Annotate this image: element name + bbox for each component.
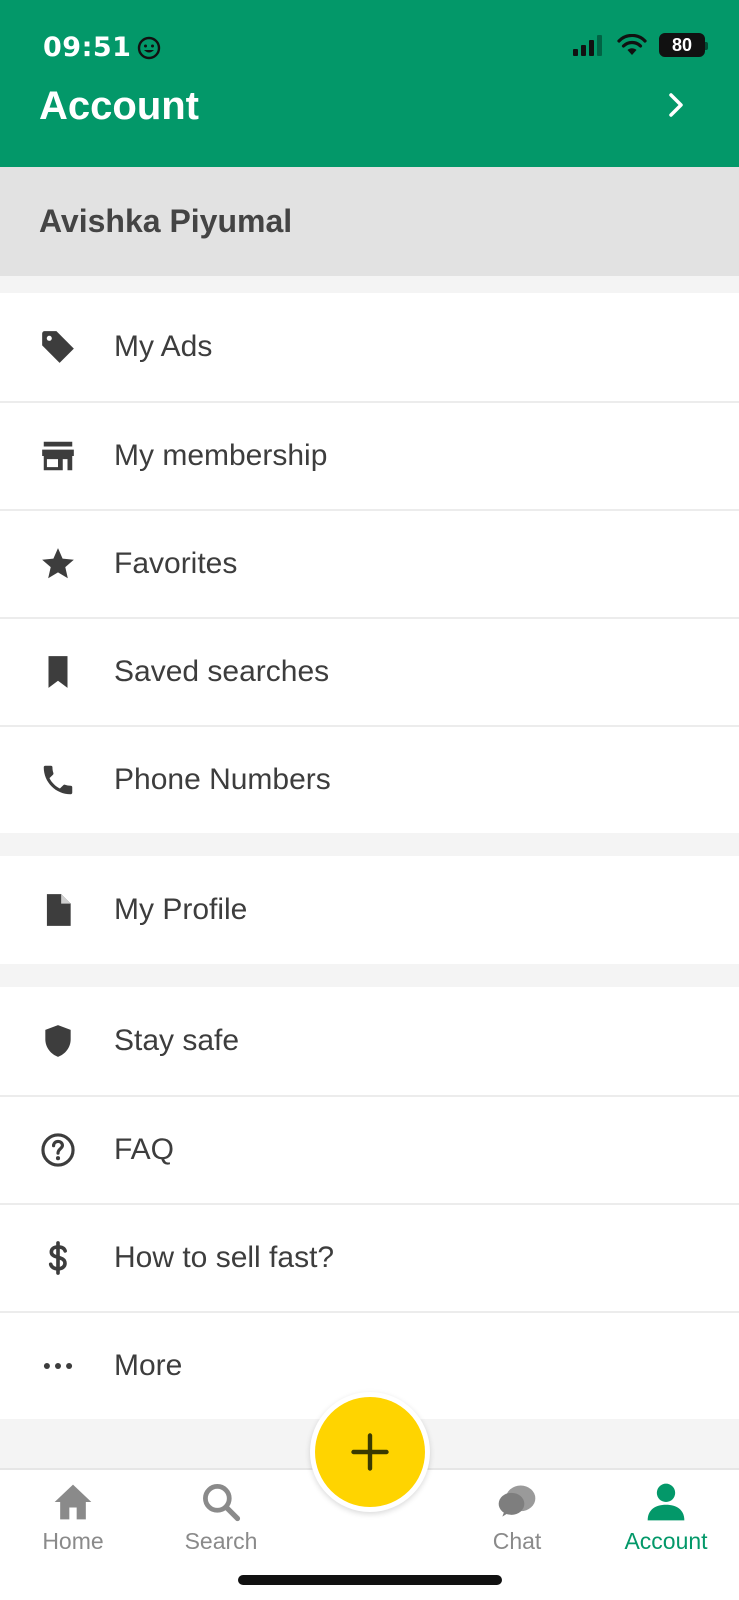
menu-group-help: Stay safe FAQ How to sell fast? More <box>0 987 739 1419</box>
tab-label: Search <box>184 1528 258 1554</box>
tab-chat[interactable]: Chat <box>462 1480 572 1555</box>
smiley-status-icon <box>138 36 161 59</box>
menu-item-label: FAQ <box>114 1133 175 1166</box>
plus-icon <box>351 1433 389 1471</box>
search-icon <box>203 1484 241 1522</box>
tab-label: Account <box>624 1528 708 1554</box>
menu-item-label: Phone Numbers <box>114 763 331 796</box>
menu-item-label: My membership <box>114 439 328 472</box>
tab-search[interactable]: Search <box>166 1480 276 1555</box>
menu-item-phone-numbers[interactable]: Phone Numbers <box>0 725 739 833</box>
chat-icon <box>498 1485 536 1517</box>
tab-account[interactable]: Account <box>611 1480 721 1555</box>
menu-item-label: My Ads <box>114 330 213 363</box>
status-time: 09:51 <box>43 32 161 63</box>
menu-item-how-to-sell-fast[interactable]: How to sell fast? <box>0 1203 739 1311</box>
post-ad-fab[interactable] <box>310 1392 430 1512</box>
menu-item-label: More <box>114 1349 183 1382</box>
tag-icon <box>38 327 78 367</box>
battery-level: 80 <box>671 34 693 55</box>
user-name: Avishka Piyumal <box>39 203 293 239</box>
menu-item-my-membership[interactable]: My membership <box>0 401 739 509</box>
help-circle-icon <box>38 1130 78 1170</box>
fab-circle <box>315 1397 425 1507</box>
menu-item-stay-safe[interactable]: Stay safe <box>0 987 739 1095</box>
tab-label: Home <box>42 1528 104 1554</box>
menu-item-label: Saved searches <box>114 655 330 688</box>
status-indicators: 80 <box>573 33 708 57</box>
page-title: Account <box>39 84 199 128</box>
bookmark-icon <box>38 652 78 692</box>
app-header: 09:51 80 Account <box>0 0 739 167</box>
tab-label: Chat <box>492 1528 542 1554</box>
battery-icon: 80 <box>659 33 708 57</box>
more-dots-icon <box>38 1346 78 1386</box>
store-icon <box>38 436 78 476</box>
document-icon <box>38 890 78 930</box>
menu-group-account: My Ads My membership Favorites Saved sea… <box>0 293 739 833</box>
menu-item-label: My Profile <box>114 893 248 926</box>
menu-item-saved-searches[interactable]: Saved searches <box>0 617 739 725</box>
status-time-text: 09:51 <box>43 32 132 63</box>
shield-icon <box>38 1021 78 1061</box>
person-icon <box>647 1483 685 1521</box>
menu-item-my-profile[interactable]: My Profile <box>0 856 739 964</box>
home-indicator <box>238 1575 502 1585</box>
signal-icon <box>573 35 602 56</box>
menu-item-label: How to sell fast? <box>114 1241 335 1274</box>
menu-item-label: Stay safe <box>114 1024 240 1057</box>
dollar-icon <box>38 1238 78 1278</box>
tab-home[interactable]: Home <box>18 1480 128 1555</box>
chevron-right-icon[interactable] <box>661 90 691 120</box>
menu-item-faq[interactable]: FAQ <box>0 1095 739 1203</box>
star-icon <box>38 544 78 584</box>
home-icon <box>54 1484 92 1520</box>
menu-item-favorites[interactable]: Favorites <box>0 509 739 617</box>
phone-icon <box>38 760 78 800</box>
user-bar[interactable]: Avishka Piyumal <box>0 167 739 276</box>
menu-group-profile: My Profile <box>0 856 739 964</box>
wifi-icon <box>617 34 647 55</box>
menu-item-my-ads[interactable]: My Ads <box>0 293 739 401</box>
menu-item-label: Favorites <box>114 547 238 580</box>
